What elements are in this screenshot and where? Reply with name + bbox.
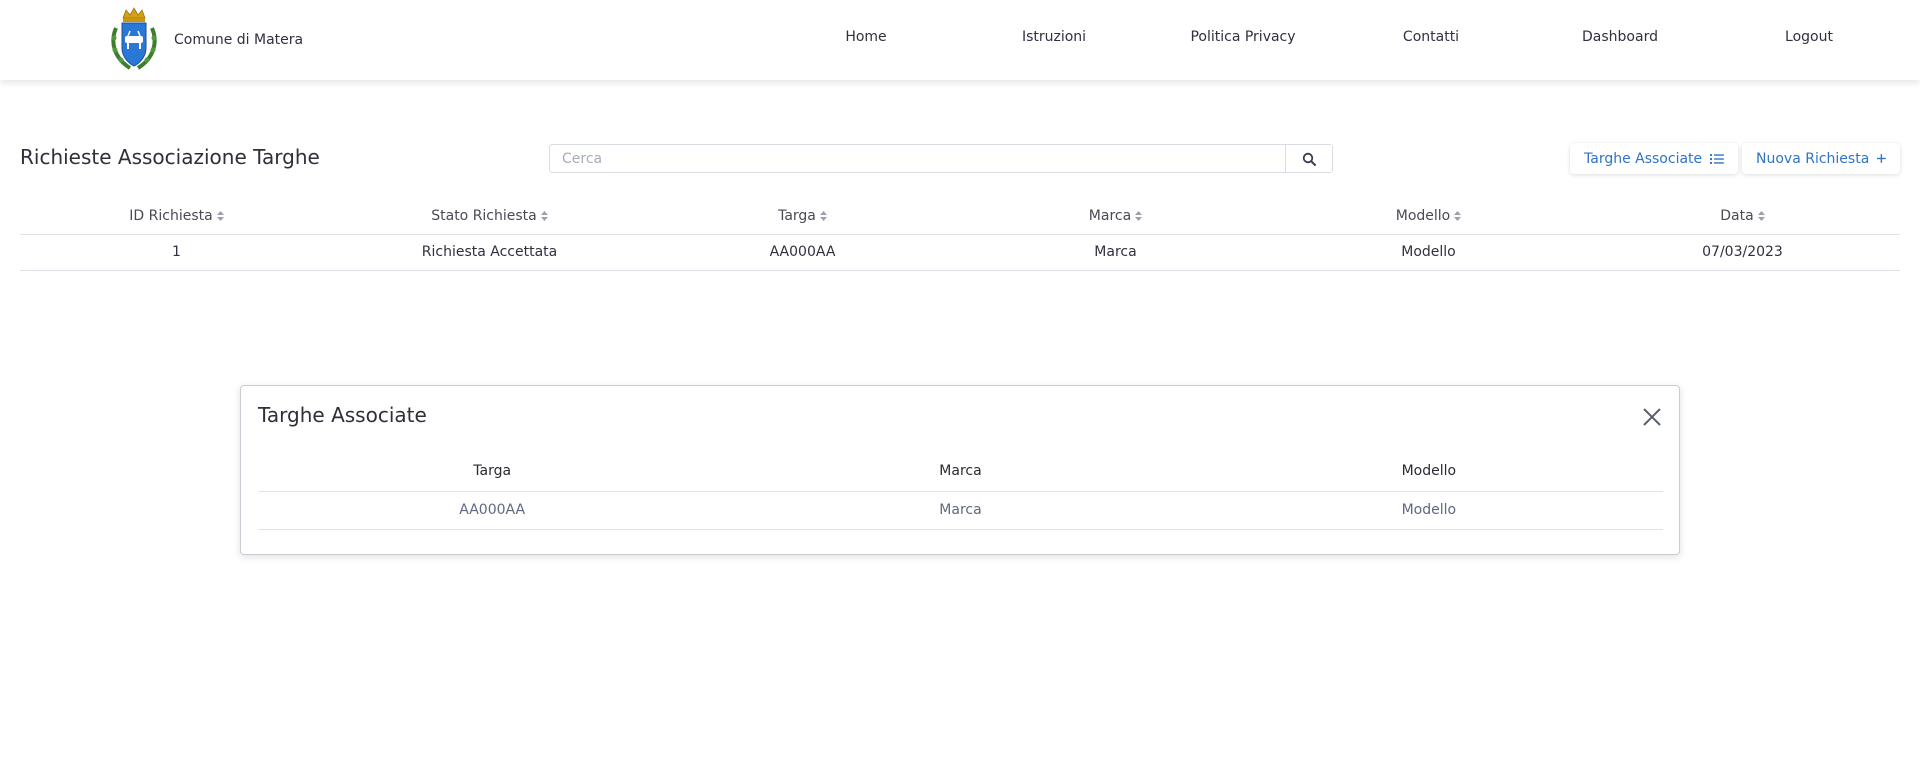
top-navbar: Comune di Matera Home Istruzioni Politic…: [0, 0, 1920, 80]
requests-table: ID Richiesta Stato Richiesta Targa Marca…: [20, 198, 1900, 271]
column-header-id[interactable]: ID Richiesta: [20, 198, 333, 235]
sort-icon: [1757, 210, 1765, 221]
close-icon: [1643, 408, 1661, 426]
cell-id[interactable]: 1: [20, 234, 333, 271]
sort-icon: [216, 210, 224, 221]
cell-stato: Richiesta Accettata: [333, 234, 646, 271]
cell-marca: Marca: [959, 234, 1272, 271]
targhe-associate-button[interactable]: Targhe Associate: [1570, 143, 1738, 174]
plus-icon: [1877, 154, 1886, 163]
nuova-richiesta-label: Nuova Richiesta: [1756, 150, 1870, 167]
cell-modello: Modello: [1272, 234, 1585, 271]
search-bar: [549, 144, 1333, 173]
nav-politica-privacy[interactable]: Politica Privacy: [1190, 29, 1295, 45]
cell-data: 07/03/2023: [1585, 234, 1900, 271]
targhe-associate-label: Targhe Associate: [1584, 150, 1703, 167]
main-nav: Home Istruzioni Politica Privacy Contatt…: [0, 0, 1920, 78]
modal-column-marca: Marca: [726, 452, 1195, 492]
modal-header-row: Targa Marca Modello: [258, 452, 1663, 492]
nav-home[interactable]: Home: [845, 29, 886, 45]
sort-icon: [540, 210, 548, 221]
nav-contatti[interactable]: Contatti: [1403, 29, 1459, 45]
search-input[interactable]: [550, 145, 1285, 172]
modal-cell-marca: Marca: [726, 491, 1195, 530]
nav-logout[interactable]: Logout: [1785, 29, 1833, 45]
table-header-row: ID Richiesta Stato Richiesta Targa Marca…: [20, 198, 1900, 235]
page-title: Richieste Associazione Targhe: [20, 145, 320, 169]
list-icon: [1710, 153, 1724, 164]
nav-dashboard[interactable]: Dashboard: [1582, 29, 1658, 45]
table-row: AA000AA Marca Modello: [258, 491, 1663, 530]
modal-cell-targa: AA000AA: [258, 491, 727, 530]
modal-close-button[interactable]: [1639, 404, 1665, 430]
nuova-richiesta-button[interactable]: Nuova Richiesta: [1742, 143, 1900, 174]
sort-icon: [819, 210, 827, 221]
modal-table: Targa Marca Modello AA000AA Marca Modell…: [258, 452, 1663, 530]
column-header-stato[interactable]: Stato Richiesta: [333, 198, 646, 235]
table-row[interactable]: 1 Richiesta Accettata AA000AA Marca Mode…: [20, 234, 1900, 271]
column-header-data[interactable]: Data: [1585, 198, 1900, 235]
column-header-modello[interactable]: Modello: [1272, 198, 1585, 235]
modal-cell-modello: Modello: [1194, 491, 1663, 530]
cell-targa: AA000AA: [646, 234, 959, 271]
sort-icon: [1454, 210, 1462, 221]
modal-column-targa: Targa: [258, 452, 727, 492]
nav-istruzioni[interactable]: Istruzioni: [1022, 29, 1086, 45]
sort-icon: [1135, 210, 1143, 221]
search-icon: [1302, 152, 1316, 166]
targhe-associate-modal: Targhe Associate Targa Marca Modello AA0…: [240, 385, 1680, 555]
search-button[interactable]: [1285, 145, 1332, 172]
modal-column-modello: Modello: [1194, 452, 1663, 492]
column-header-targa[interactable]: Targa: [646, 198, 959, 235]
column-header-marca[interactable]: Marca: [959, 198, 1272, 235]
modal-title: Targhe Associate: [258, 403, 427, 427]
